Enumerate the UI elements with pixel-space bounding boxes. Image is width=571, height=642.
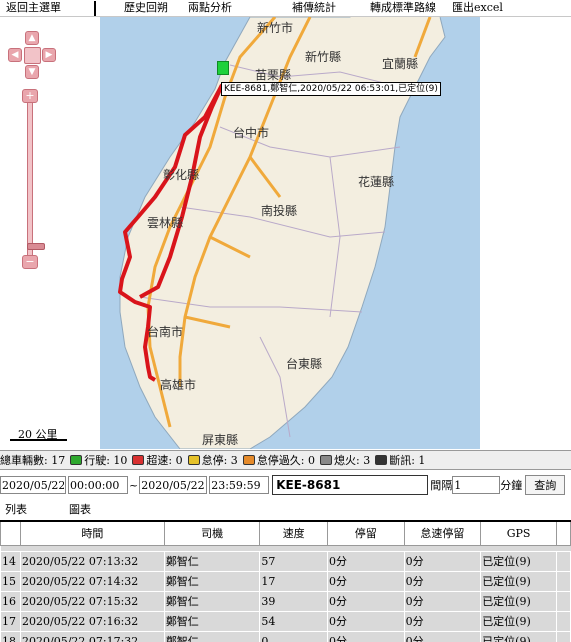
- city-hsinchu-city: 新竹市: [257, 20, 293, 35]
- scale-label: 20 公里: [18, 428, 58, 441]
- stat-stopped[interactable]: 怠停: 3: [186, 452, 238, 468]
- arrow-left-icon[interactable]: ◀: [8, 48, 22, 62]
- map-controls-panel: ▲ ◀ ▶ ▼ + − 20 公里: [0, 17, 100, 449]
- header-extra: [556, 520, 571, 546]
- header-gps[interactable]: GPS: [480, 520, 557, 546]
- car-driving-icon: [70, 455, 83, 465]
- car-speeding-icon: [132, 455, 145, 465]
- pan-control: ▲ ◀ ▶ ▼: [8, 31, 58, 81]
- map-canvas[interactable]: 新竹市 新竹縣 宜蘭縣 苗栗縣 台中市 彰化縣 花蓮縣 南投縣 雲林縣 台南市 …: [100, 17, 480, 449]
- city-kaohsiung: 高雄市: [160, 377, 196, 392]
- track-table: 時間 司機 速度 停留 怠速停留 GPS 14 2020/05/22 07:13:…: [0, 520, 571, 642]
- interval-unit: 分鐘: [500, 479, 523, 492]
- city-pingtung: 屏東縣: [202, 433, 238, 447]
- top-menu: 返回主選單 歷史回朔 兩點分析 補傳統計 轉成標準路線 匯出excel: [0, 0, 571, 17]
- end-time-input[interactable]: [209, 476, 270, 494]
- vehicle-marker-icon[interactable]: [217, 61, 229, 75]
- city-yunlin: 雲林縣: [147, 216, 183, 230]
- zoom-slider-handle[interactable]: [27, 243, 45, 250]
- view-tabs: 列表 圖表: [0, 500, 571, 518]
- header-time[interactable]: 時間: [20, 520, 165, 546]
- car-idle-long-icon: [242, 455, 255, 465]
- table-row[interactable]: 15 2020/05/22 07:14:32 鄭智仁 17 0分 0分 已定位(9): [0, 570, 571, 592]
- table-header-row: 時間 司機 速度 停留 怠速停留 GPS: [0, 520, 571, 546]
- menu-convert-standard-route[interactable]: 轉成標準路線: [346, 1, 442, 15]
- zoom-out-button[interactable]: −: [22, 255, 38, 269]
- city-hsinchu-county: 新竹縣: [305, 49, 341, 64]
- city-nantou: 南投縣: [261, 203, 297, 218]
- table-row[interactable]: 17 2020/05/22 07:16:32 鄭智仁 54 0分 0分 已定位(9): [0, 610, 571, 632]
- stat-engine-off[interactable]: 熄火: 3: [318, 452, 370, 468]
- zoom-slider-track[interactable]: [27, 103, 45, 255]
- car-off-icon: [320, 455, 333, 465]
- plate-select[interactable]: [272, 475, 429, 495]
- vehicle-info-label: KEE-8681,鄭智仁,2020/05/22 06:53:01,已定位(9): [221, 82, 441, 96]
- stat-speeding[interactable]: 超速: 0: [130, 452, 183, 468]
- range-separator: ~: [129, 478, 139, 492]
- query-button[interactable]: 查詢: [525, 475, 566, 495]
- stat-idle-long[interactable]: 怠停過久: 0: [241, 452, 315, 468]
- end-date-input[interactable]: [139, 476, 208, 494]
- car-stopped-icon: [187, 455, 200, 465]
- pan-center-button[interactable]: [24, 47, 41, 64]
- header-stay[interactable]: 停留: [327, 520, 405, 546]
- interval-label: 間隔: [430, 479, 453, 492]
- start-date-input[interactable]: [0, 476, 66, 494]
- city-miaoli: 苗栗縣: [255, 68, 291, 82]
- city-hualien: 花蓮縣: [358, 174, 394, 189]
- arrow-right-icon[interactable]: ▶: [42, 48, 56, 62]
- vehicle-status-bar: 總車輛數: 17 行駛: 10 超速: 0 怠停: 3 怠停過久: 0 熄火: …: [0, 450, 571, 470]
- stat-total: 總車輛數: 17: [0, 454, 66, 467]
- menu-history-playback[interactable]: 歷史回朔: [96, 1, 182, 15]
- city-changhua: 彰化縣: [163, 167, 199, 182]
- zoom-in-button[interactable]: +: [22, 89, 38, 103]
- city-taichung: 台中市: [233, 125, 269, 140]
- start-time-input[interactable]: [68, 476, 128, 494]
- header-index: [0, 520, 21, 546]
- arrow-down-icon[interactable]: ▼: [25, 65, 39, 79]
- map-side-blank: [480, 17, 571, 449]
- menu-export-excel[interactable]: 匯出excel: [442, 1, 503, 15]
- map-scale-bar: 20 公里: [10, 428, 67, 441]
- table-row[interactable]: 14 2020/05/22 07:13:32 鄭智仁 57 0分 0分 已定位(9): [0, 550, 571, 572]
- city-yilan: 宜蘭縣: [382, 56, 418, 71]
- table-row[interactable]: 18 2020/05/22 07:17:32 鄭智仁 0 0分 0分 已定位(9): [0, 630, 571, 642]
- stat-offline[interactable]: 斷訊: 1: [373, 452, 425, 468]
- table-row[interactable]: 16 2020/05/22 07:15:32 鄭智仁 39 0分 0分 已定位(9): [0, 590, 571, 612]
- car-offline-icon: [375, 455, 388, 465]
- interval-input[interactable]: [452, 476, 501, 494]
- tab-list[interactable]: 列表: [5, 501, 69, 517]
- query-bar: ~ 間隔 分鐘 查詢: [0, 472, 571, 498]
- arrow-up-icon[interactable]: ▲: [25, 31, 39, 45]
- header-driver[interactable]: 司機: [163, 520, 261, 546]
- header-speed[interactable]: 速度: [259, 520, 328, 546]
- menu-two-point-analysis[interactable]: 兩點分析: [182, 1, 262, 15]
- zoom-control: + −: [22, 89, 45, 271]
- menu-back-main[interactable]: 返回主選單: [0, 1, 94, 15]
- stat-driving[interactable]: 行駛: 10: [68, 452, 127, 468]
- header-idle-stay[interactable]: 怠速停留: [403, 520, 482, 546]
- city-tainan: 台南市: [147, 324, 183, 339]
- menu-resend-stats[interactable]: 補傳統計: [262, 1, 346, 15]
- tab-chart[interactable]: 圖表: [69, 501, 91, 517]
- city-taitung: 台東縣: [286, 356, 322, 371]
